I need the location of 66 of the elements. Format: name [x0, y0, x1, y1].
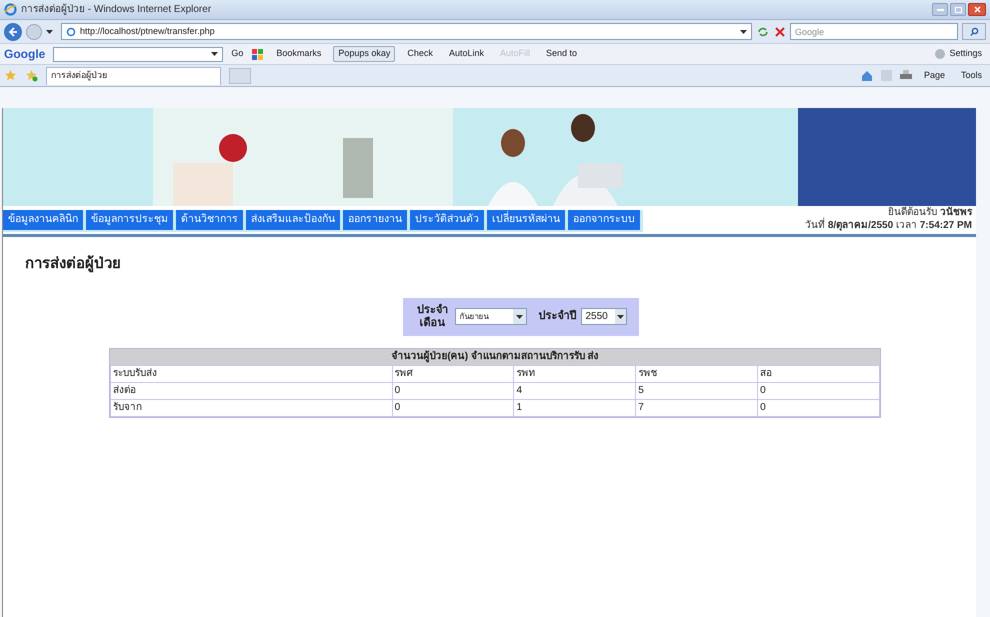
search-field[interactable]: Google	[790, 23, 958, 40]
welcome-text: ยินดีต้อนรับ วนัชพร	[888, 206, 972, 219]
close-icon	[974, 6, 980, 13]
window-title: การส่งต่อผู้ป่วย - Windows Internet Explorer	[21, 2, 212, 17]
go-button[interactable]: Go	[231, 47, 244, 61]
dropdown-caret-icon	[211, 52, 218, 56]
table-cell: 1	[514, 399, 636, 416]
table-cell: 5	[636, 382, 758, 399]
nav-menu-item[interactable]: ข้อมูลงานคลินิก	[3, 210, 83, 230]
table-cell: 7	[636, 399, 758, 416]
add-favorite-icon[interactable]	[25, 69, 38, 82]
table-cell: 0	[758, 399, 880, 416]
command-button[interactable]: Page	[920, 68, 949, 82]
search-icon	[970, 27, 978, 36]
toolbar-button[interactable]: AutoLink	[444, 47, 488, 61]
year-label: ประจำปี	[538, 308, 576, 324]
year-select[interactable]: 2550	[580, 308, 626, 325]
table-cell: 4	[514, 382, 636, 399]
dropdown-caret-icon	[616, 314, 624, 318]
column-header: สอ	[758, 365, 880, 382]
column-header: รพช	[636, 365, 758, 382]
table-cell: 0	[392, 399, 514, 416]
nav-menu-item[interactable]: ด้านวิชาการ	[176, 210, 243, 230]
page-title: การส่งต่อผู้ป่วย	[25, 254, 122, 274]
minimize-button[interactable]	[932, 3, 948, 16]
nav-menu-item[interactable]: ข้อมูลการประชุม	[86, 210, 173, 230]
google-search-field[interactable]	[53, 46, 224, 62]
nav-menu-item[interactable]: ประวัติส่วนตัว	[410, 210, 484, 230]
search-button[interactable]	[962, 23, 986, 40]
date-time-text: วันที่ 8/ตุลาคม/2550 เวลา 7:54:27 PM	[805, 219, 972, 232]
month-select[interactable]: กันยายน	[454, 308, 526, 325]
home-icon[interactable]	[860, 70, 873, 82]
toolbar-button[interactable]: Popups okay	[333, 46, 396, 62]
month-label: ประจำเดือน	[416, 304, 449, 330]
address-field[interactable]: http://localhost/ptnew/transfer.php	[61, 23, 752, 40]
nav-menu-item[interactable]: ส่งเสริมและป้องกัน	[246, 210, 340, 230]
table-cell: ส่งต่อ	[110, 382, 392, 399]
table-cell: 0	[758, 382, 880, 399]
back-arrow-icon	[8, 26, 18, 36]
google-logo: Google	[4, 46, 46, 63]
close-button[interactable]	[968, 3, 986, 16]
back-button[interactable]	[4, 22, 22, 40]
dropdown-caret-icon	[740, 30, 747, 34]
toolbar-button[interactable]: Check	[403, 47, 437, 61]
favorites-star-icon[interactable]	[4, 69, 17, 82]
new-tab-button[interactable]	[229, 68, 251, 84]
dropdown-caret-icon	[516, 314, 522, 318]
table-cell: 0	[392, 382, 514, 399]
settings-button[interactable]: Settings	[931, 47, 986, 61]
nav-menu-item[interactable]: ออกรายงาน	[343, 210, 407, 230]
toolbar-button[interactable]: Send to	[542, 47, 582, 61]
toolbar-button[interactable]: Bookmarks	[272, 47, 326, 61]
column-header: รพท	[514, 365, 636, 382]
forward-button[interactable]	[26, 24, 42, 40]
stop-icon[interactable]	[774, 26, 786, 38]
table-caption: จำนวนผู้ป่วย(คน) จำแนกตามสถานบริการรับ ส่ง	[110, 348, 880, 364]
dropdown-caret-icon	[46, 30, 53, 34]
table-cell: รับจาก	[110, 399, 392, 416]
command-button[interactable]: Tools	[956, 68, 986, 82]
nav-menu-item[interactable]: ออกจากระบบ	[568, 210, 640, 230]
printer-icon[interactable]	[900, 70, 912, 81]
browser-tab[interactable]: การส่งต่อผู้ป่วย	[46, 66, 221, 84]
nav-menu-item[interactable]: เปลี่ยนรหัสผ่าน	[487, 210, 565, 230]
column-header: รพศ	[392, 365, 514, 382]
browser-logo-icon	[4, 3, 17, 16]
column-header: ระบบรับส่ง	[110, 365, 392, 382]
